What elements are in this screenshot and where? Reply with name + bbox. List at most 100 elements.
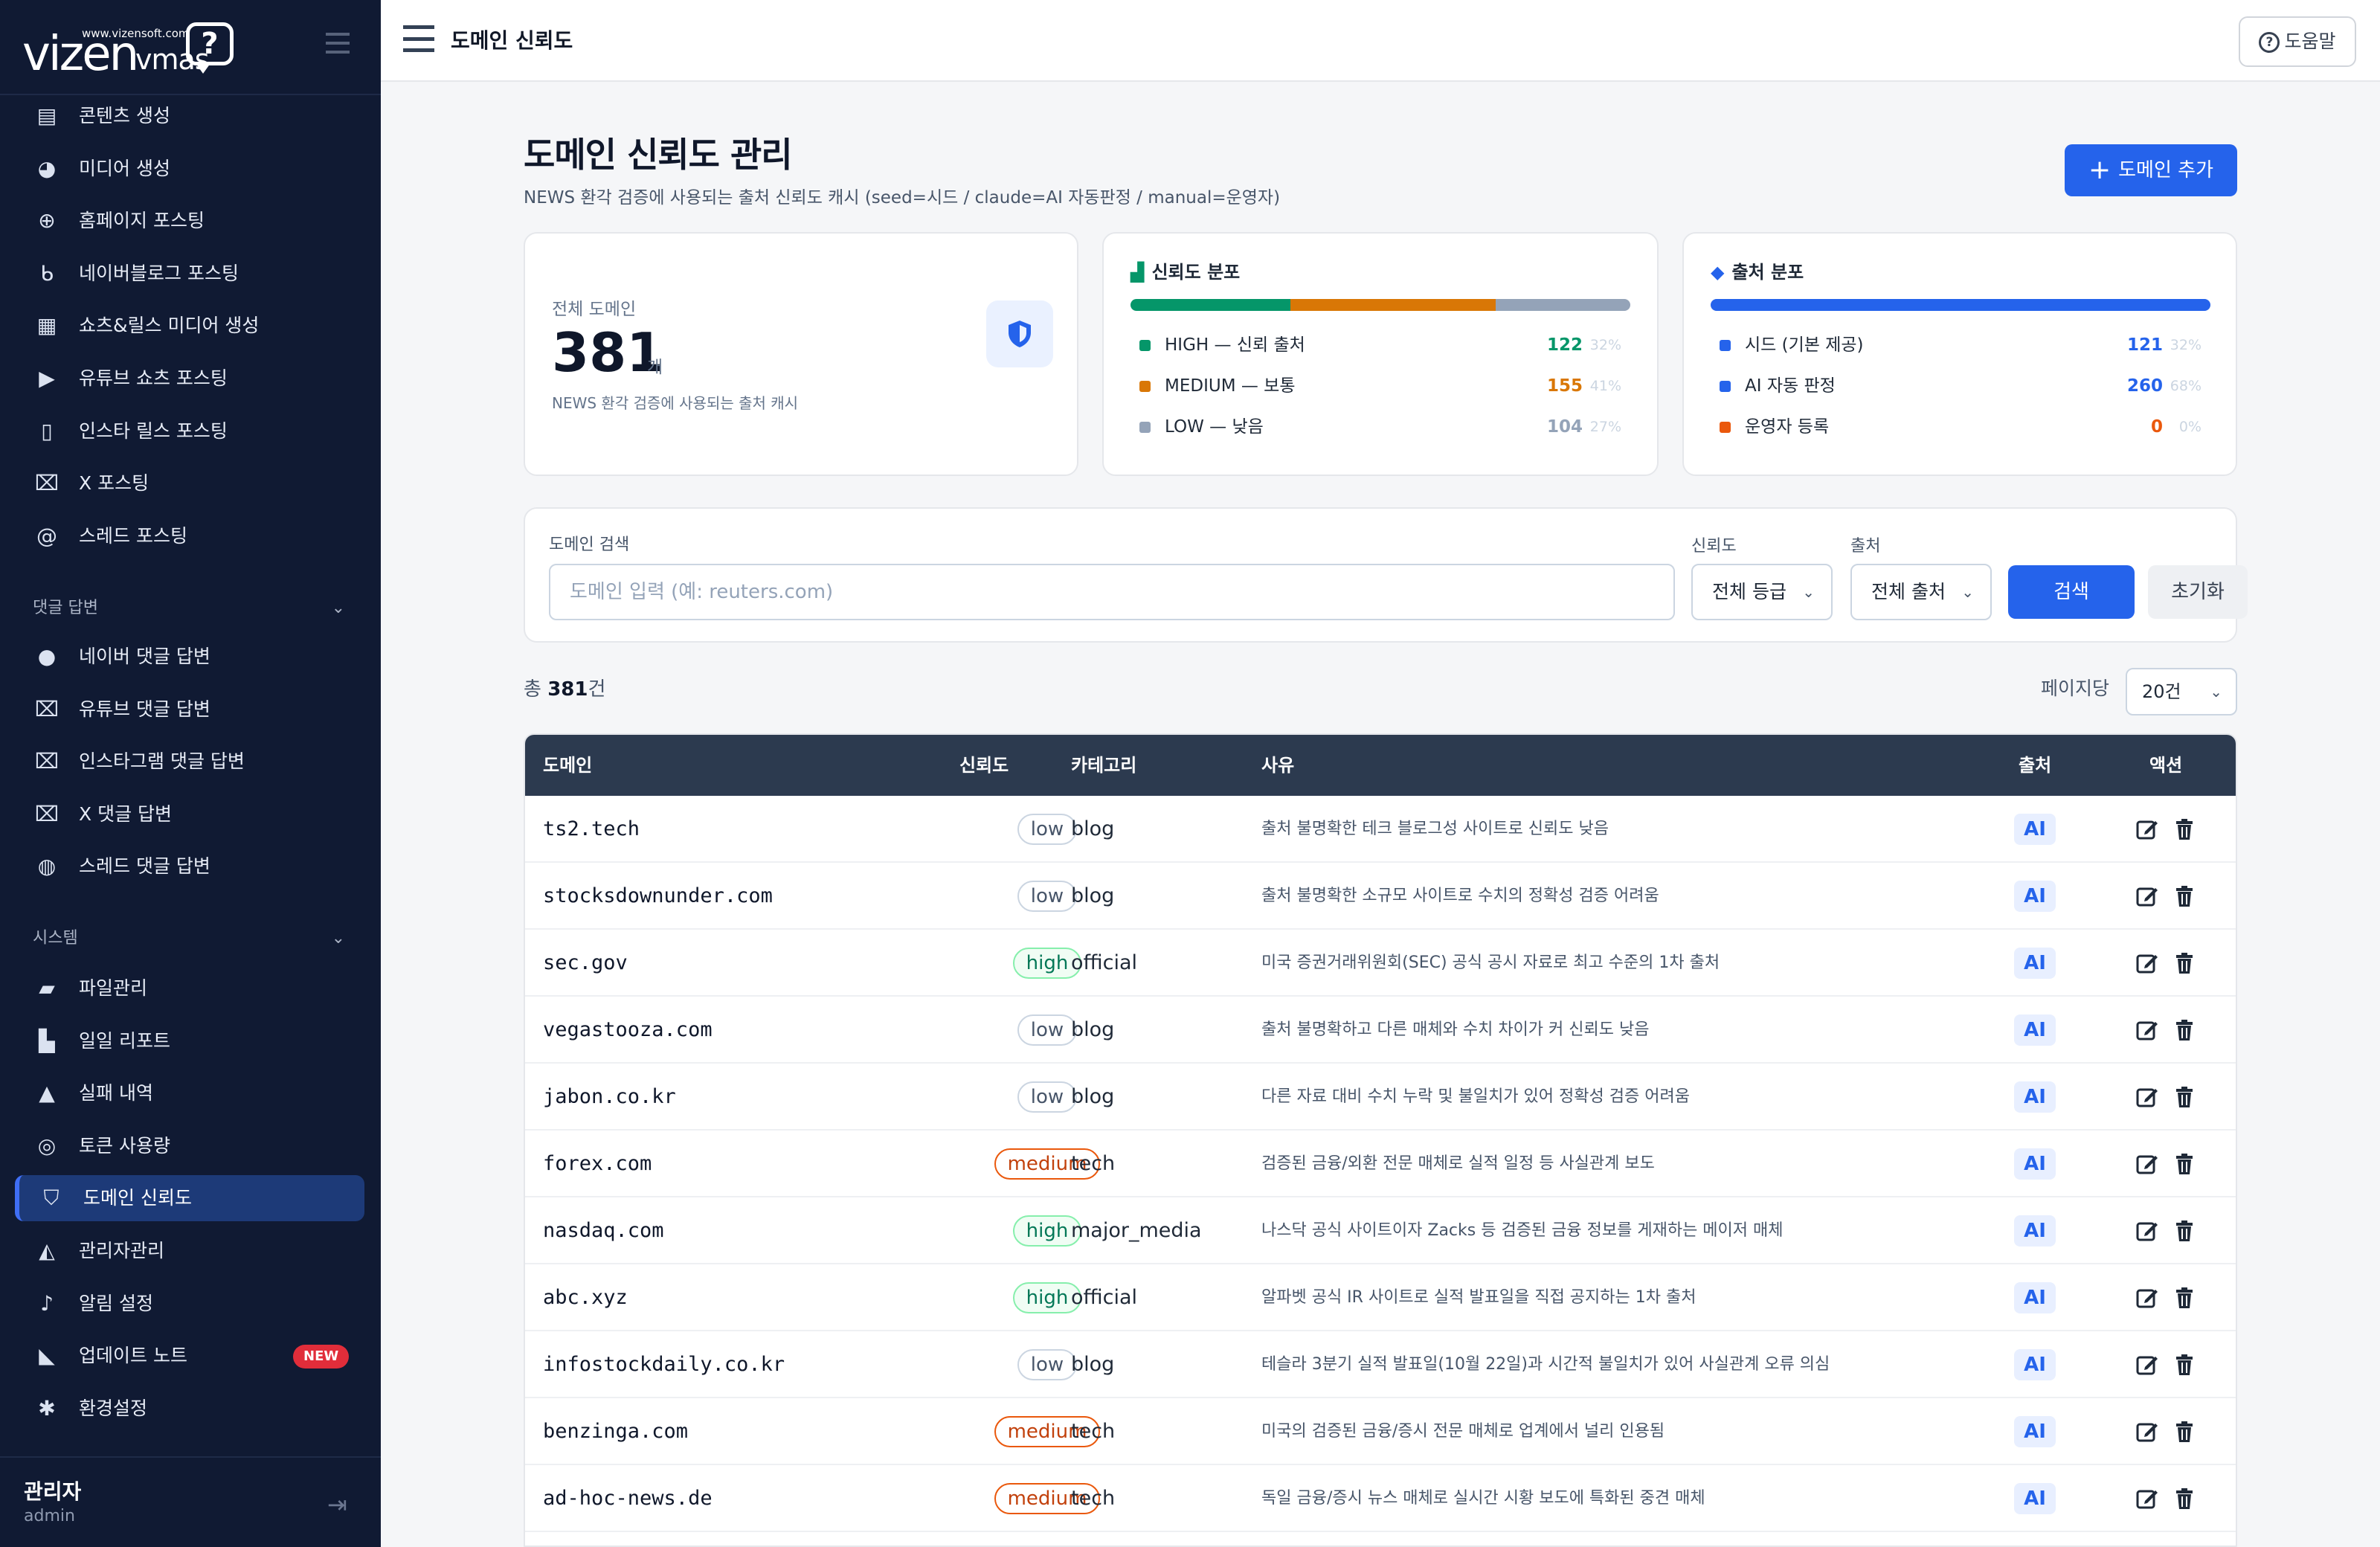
source-badge: AI [2014, 948, 2056, 979]
sidebar-item[interactable]: ◍ 스레드 댓글 답변 [15, 843, 364, 890]
total-domains-card: 전체 도메인 381 개 NEWS 환각 검증에 사용되는 출처 캐시 [524, 232, 1078, 476]
source-filter-select[interactable]: 전체 출처 ⌄ [1850, 564, 1992, 620]
play-icon: ▶ [39, 366, 55, 390]
folder-open-icon: ▰ [39, 976, 55, 1000]
reset-button[interactable]: 초기화 [2148, 565, 2248, 619]
sidebar-item[interactable]: ⛉ 도메인 신뢰도 [15, 1175, 364, 1222]
trash-icon[interactable] [2172, 1486, 2197, 1511]
sidebar-item[interactable]: ⊕ 홈페이지 포스팅 [15, 198, 364, 244]
table-row: infostockdaily.co.kr low blog 테슬라 3분기 실적 발표… [525, 1331, 2236, 1398]
sidebar-item[interactable]: ● 네이버 댓글 답변 [15, 634, 364, 680]
category-cell: blog [1071, 1353, 1115, 1376]
sidebar-item-label: 업데이트 노트 [79, 1345, 187, 1367]
source-badge: AI [2014, 1282, 2056, 1313]
per-page-label: 페이지당 [2041, 678, 2110, 699]
logo-bubble-icon: ? [186, 22, 234, 74]
edit-icon[interactable] [2135, 951, 2160, 976]
sidebar-item[interactable]: ▲ 실패 내역 [15, 1070, 364, 1116]
warning-icon: ▲ [39, 1081, 55, 1106]
trash-icon[interactable] [2172, 884, 2197, 909]
domain-cell: jabon.co.kr [543, 1085, 676, 1108]
sidebar-item[interactable]: ▯ 인스타 릴스 포스팅 [15, 408, 364, 454]
sidebar-item[interactable]: ⌧ 유튜브 댓글 답변 [15, 686, 364, 733]
edit-icon[interactable] [2135, 817, 2160, 842]
distribution-value: 155 [1546, 376, 1583, 396]
help-button[interactable]: ? 도움말 [2239, 16, 2356, 67]
sidebar-item[interactable]: ♪ 알림 설정 [15, 1281, 364, 1327]
sidebar-item[interactable]: @ 스레드 포스팅 [15, 513, 364, 559]
sidebar-item[interactable]: ◕ 미디어 생성 [15, 146, 364, 192]
domain-search-input[interactable]: 도메인 입력 (예: reuters.com) [549, 564, 1675, 620]
trust-filter-select[interactable]: 전체 등급 ⌄ [1691, 564, 1833, 620]
sidebar-item[interactable]: ⌧ X 포스팅 [15, 460, 364, 506]
sidebar-item[interactable]: ▰ 파일관리 [15, 965, 364, 1012]
distribution-percent: 27% [1589, 419, 1621, 435]
sidebar-toggle-icon[interactable] [326, 33, 350, 54]
category-cell: blog [1071, 884, 1115, 907]
x-logo-icon: ⌧ [34, 749, 60, 774]
sidebar-item[interactable]: ▦ 쇼츠&릴스 미디어 생성 [15, 303, 364, 349]
section-comments[interactable]: 댓글 답변 ⌄ [33, 594, 345, 623]
sidebar-item[interactable]: ⌧ 인스타그램 댓글 답변 [15, 739, 364, 785]
sidebar-item[interactable]: ✱ 환경설정 [15, 1386, 364, 1432]
sidebar-item[interactable]: ▤ 콘텐츠 생성 [15, 93, 364, 139]
plus-icon: + [2088, 155, 2112, 185]
trust-cell: low [930, 1064, 1165, 1130]
distribution-percent: 41% [1589, 378, 1621, 394]
source-badge: AI [2014, 881, 2056, 912]
edit-icon[interactable] [2135, 1352, 2160, 1377]
reason-cell: 출처 불명확하고 다른 매체와 수치 차이가 커 신뢰도 낮음 [1261, 1020, 1650, 1039]
edit-icon[interactable] [2135, 1419, 2160, 1444]
logout-icon[interactable]: ⇥ [327, 1490, 347, 1519]
trash-icon[interactable] [2172, 1151, 2197, 1177]
th-category: 카테고리 [1071, 755, 1137, 776]
per-page-select[interactable]: 20건 ⌄ [2126, 668, 2237, 715]
total-prefix: 총 [524, 678, 548, 701]
category-cell: blog [1071, 817, 1115, 840]
bell-icon: ♪ [40, 1290, 54, 1316]
source-dist-title: 출처 분포 [1731, 262, 1804, 283]
logo-wordmark[interactable]: vizen [22, 27, 139, 82]
section-system[interactable]: 시스템 ⌄ [33, 924, 345, 953]
menu-icon[interactable] [403, 25, 434, 52]
sidebar-item-label: 유튜브 쇼츠 포스팅 [79, 367, 228, 389]
edit-icon[interactable] [2135, 1151, 2160, 1177]
legend-dot [1139, 381, 1151, 392]
trash-icon[interactable] [2172, 951, 2197, 976]
sidebar-item[interactable]: ◣ 업데이트 노트 NEW [15, 1333, 364, 1379]
new-badge: NEW [293, 1345, 350, 1369]
edit-icon[interactable] [2135, 1017, 2160, 1043]
edit-icon[interactable] [2135, 1084, 2160, 1110]
distribution-row: MEDIUM — 보통 155 41% [1139, 371, 1621, 401]
sidebar-item[interactable]: ◎ 토큰 사용량 [15, 1123, 364, 1169]
trash-icon[interactable] [2172, 817, 2197, 842]
trash-icon[interactable] [2172, 1285, 2197, 1310]
palette-icon: ◕ [37, 155, 57, 181]
edit-icon[interactable] [2135, 1218, 2160, 1244]
sidebar-item[interactable]: ◭ 관리자관리 [15, 1228, 364, 1274]
edit-icon[interactable] [2135, 884, 2160, 909]
trash-icon[interactable] [2172, 1218, 2197, 1244]
sidebar-item[interactable]: ▶ 유튜브 쇼츠 포스팅 [15, 356, 364, 402]
trust-filter-value: 전체 등급 [1712, 581, 1786, 602]
sidebar-item[interactable]: ᑲ 네이버블로그 포스팅 [15, 251, 364, 297]
edit-icon[interactable] [2135, 1486, 2160, 1511]
sidebar-item[interactable]: ⌧ X 댓글 답변 [15, 791, 364, 837]
trash-icon[interactable] [2172, 1352, 2197, 1377]
total-desc: NEWS 환각 검증에 사용되는 출처 캐시 [552, 394, 799, 412]
th-trust: 신뢰도 [959, 755, 1009, 776]
edit-icon[interactable] [2135, 1285, 2160, 1310]
trash-icon[interactable] [2172, 1017, 2197, 1043]
trash-icon[interactable] [2172, 1419, 2197, 1444]
trash-icon[interactable] [2172, 1084, 2197, 1110]
sidebar-item[interactable]: ▙ 일일 리포트 [15, 1018, 364, 1064]
domain-cell: nasdaq.com [543, 1219, 664, 1242]
search-button[interactable]: 검색 [2008, 565, 2135, 619]
distribution-row: AI 자동 판정 260 68% [1720, 371, 2202, 401]
clapperboard-icon: ▦ [36, 313, 57, 338]
x-logo-icon: ⌧ [34, 801, 60, 826]
th-source: 출처 [2019, 755, 2052, 776]
trust-badge: low [1017, 814, 1078, 845]
chart-bar-icon: ▙ [39, 1028, 55, 1053]
add-domain-button[interactable]: + 도메인 추가 [2065, 144, 2237, 196]
